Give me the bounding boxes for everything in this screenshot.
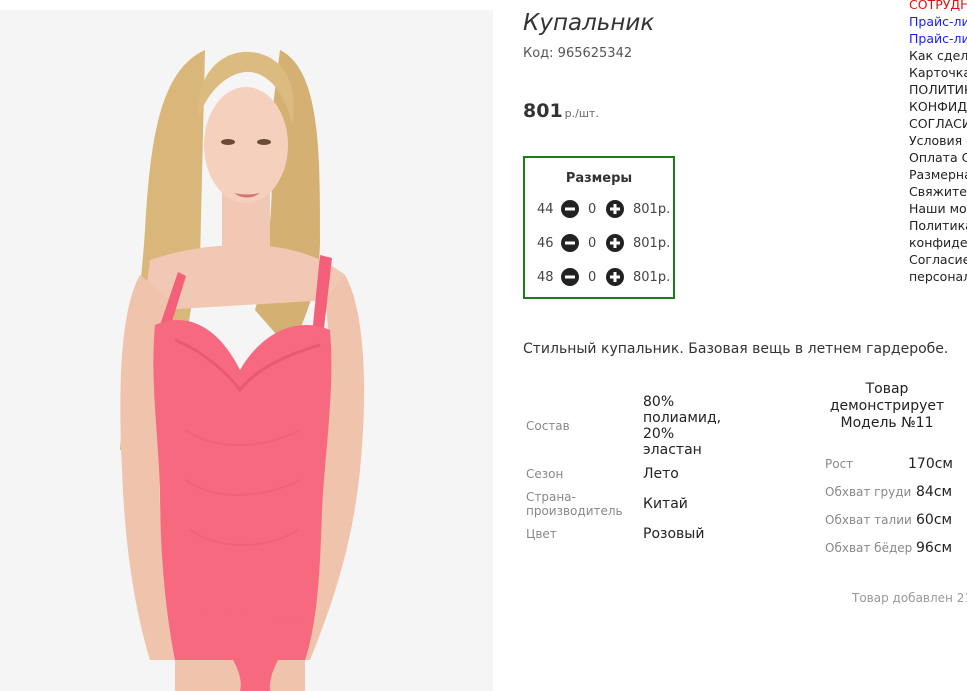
model-waist-value: 60см — [916, 512, 953, 528]
sidebar-link[interactable]: Политика — [909, 217, 967, 234]
model-heading: Товар демонстрирует Модель №11 — [818, 381, 956, 432]
product-photo[interactable] — [0, 10, 493, 691]
sidebar-links: СОТРУДН Прайс-ли Прайс-ли Как сдела Карт… — [909, 0, 967, 285]
country-label-line: Страна- — [526, 490, 576, 504]
sidebar-link[interactable]: Размерна — [909, 166, 967, 183]
sidebar-link[interactable]: Как сдела — [909, 47, 967, 64]
model-heading-line: Товар — [865, 381, 909, 397]
sidebar-link[interactable]: СОТРУДН — [909, 0, 967, 13]
composition-line: эластан — [643, 442, 702, 458]
added-date: Товар добавлен 21.0 — [852, 591, 967, 605]
price-unit: р./шт. — [564, 107, 599, 120]
product-description: Стильный купальник. Базовая вещь в летне… — [523, 341, 949, 357]
minus-circle-icon[interactable] — [561, 234, 579, 252]
plus-circle-icon[interactable] — [606, 234, 624, 252]
sidebar-link[interactable]: СОГЛАСИ — [909, 115, 967, 132]
price-value: 801 — [523, 100, 563, 122]
country-label-line: производитель — [526, 504, 623, 518]
minus-circle-icon[interactable] — [561, 268, 579, 286]
size-price: 801р. — [633, 236, 671, 251]
size-label: 48 — [537, 270, 554, 285]
composition-line: 20% — [643, 426, 675, 442]
season-label: Сезон — [526, 467, 564, 481]
size-price: 801р. — [633, 202, 671, 217]
size-label: 44 — [537, 202, 554, 217]
size-price: 801р. — [633, 270, 671, 285]
color-value: Розовый — [643, 526, 705, 542]
sidebar-link[interactable]: КОНФИДІ — [909, 98, 967, 115]
sidebar-link[interactable]: Наши мод — [909, 200, 967, 217]
plus-circle-icon[interactable] — [606, 268, 624, 286]
model-heading-line: Модель №11 — [840, 415, 934, 431]
minus-circle-icon[interactable] — [561, 200, 579, 218]
size-quantity: 0 — [588, 270, 597, 285]
product-title: Купальник — [523, 10, 655, 36]
size-quantity: 0 — [588, 202, 597, 217]
sidebar-link[interactable]: Свяжитес — [909, 183, 967, 200]
sidebar-link[interactable]: Условия с — [909, 132, 967, 149]
model-waist-label: Обхват талии — [825, 513, 912, 527]
composition-label: Состав — [526, 419, 570, 433]
country-value: Китай — [643, 496, 688, 512]
sidebar-link[interactable]: ПОЛИТИК — [909, 81, 967, 98]
sidebar-link[interactable]: Оплата С — [909, 149, 967, 166]
product-code: Код: 965625342 — [523, 46, 633, 61]
model-height-value: 170см — [908, 456, 953, 472]
color-label: Цвет — [526, 527, 557, 541]
season-value: Лето — [643, 466, 679, 482]
composition-line: 80% — [643, 394, 675, 410]
sizes-title: Размеры — [565, 171, 633, 186]
sidebar-link[interactable]: Карточка — [909, 64, 967, 81]
country-label: Страна- производитель — [526, 490, 623, 518]
product-price: 801 р./шт. — [523, 100, 599, 122]
sidebar-link[interactable]: конфиде — [909, 234, 967, 251]
model-heading-line: демонстрирует — [829, 398, 945, 414]
sidebar-link[interactable]: персонал — [909, 268, 967, 285]
model-chest-value: 84см — [916, 484, 953, 500]
composition-value: 80% полиамид, 20% эластан — [643, 394, 721, 458]
composition-line: полиамид, — [643, 410, 722, 426]
sidebar-link[interactable]: Прайс-ли — [909, 30, 967, 47]
sidebar-link[interactable]: Прайс-ли — [909, 13, 967, 30]
sizes-box: Размеры 44 0 801р. 46 0 801р. 48 0 801р. — [523, 156, 675, 299]
model-height-label: Рост — [825, 457, 854, 471]
size-label: 46 — [537, 236, 554, 251]
sidebar-link[interactable]: Согласие — [909, 251, 967, 268]
model-hips-value: 96см — [916, 540, 953, 556]
product-photo-image — [0, 10, 493, 691]
plus-circle-icon[interactable] — [606, 200, 624, 218]
size-quantity: 0 — [588, 236, 597, 251]
model-hips-label: Обхват бёдер — [825, 541, 913, 555]
model-chest-label: Обхват груди — [825, 485, 912, 499]
